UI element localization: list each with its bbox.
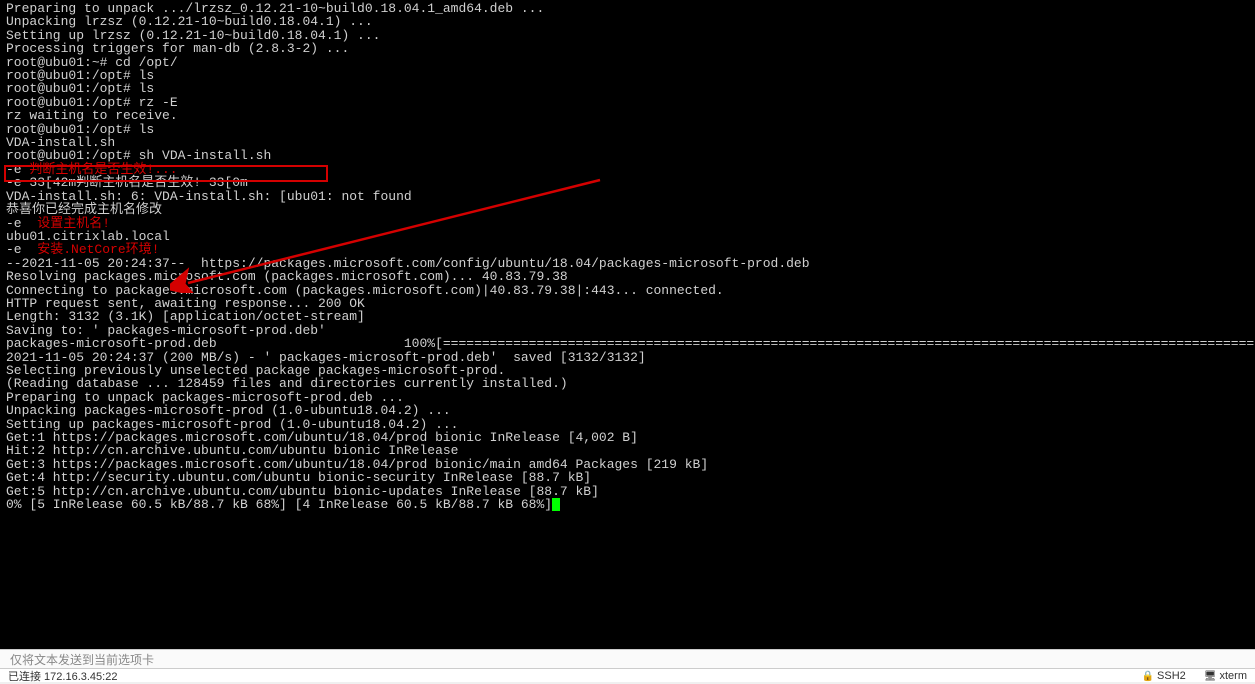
terminal-line: Selecting previously unselected package … [6, 364, 1249, 377]
terminal-line: -e 安装.NetCore环境! [6, 243, 1249, 256]
terminal-line: 0% [5 InRelease 60.5 kB/88.7 kB 68%] [4 … [6, 498, 1249, 511]
terminal-line: Setting up lrzsz (0.12.21-10~build0.18.0… [6, 29, 1249, 42]
terminal-line: Preparing to unpack .../lrzsz_0.12.21-10… [6, 2, 1249, 15]
terminal-output[interactable]: Preparing to unpack .../lrzsz_0.12.21-10… [0, 0, 1255, 649]
terminal-line: Get:4 http://security.ubuntu.com/ubuntu … [6, 471, 1249, 484]
lock-icon [1142, 670, 1154, 682]
terminal-line: root@ubu01:/opt# rz -E [6, 96, 1249, 109]
terminal-line: -e 33[42m判断主机名是否生效! 33[0m [6, 176, 1249, 189]
send-text-input-bar[interactable]: 仅将文本发送到当前选项卡 [0, 649, 1255, 669]
terminal-line: --2021-11-05 20:24:37-- https://packages… [6, 257, 1249, 270]
terminal-line: root@ubu01:/opt# ls [6, 123, 1249, 136]
terminal-line: Get:5 http://cn.archive.ubuntu.com/ubunt… [6, 485, 1249, 498]
terminal-line: root@ubu01:/opt# ls [6, 82, 1249, 95]
terminal-line: Get:3 https://packages.microsoft.com/ubu… [6, 458, 1249, 471]
terminal-line: Length: 3132 (3.1K) [application/octet-s… [6, 310, 1249, 323]
terminal-line: Preparing to unpack packages-microsoft-p… [6, 391, 1249, 404]
terminal-line: (Reading database ... 128459 files and d… [6, 377, 1249, 390]
terminal-line: 2021-11-05 20:24:37 (200 MB/s) - ' packa… [6, 351, 1249, 364]
terminal-line: Saving to: ' packages-microsoft-prod.deb… [6, 324, 1249, 337]
terminal-line: packages-microsoft-prod.deb 100%[=======… [6, 337, 1249, 350]
terminal-line: Unpacking lrzsz (0.12.21-10~build0.18.04… [6, 15, 1249, 28]
terminal-line: Hit:2 http://cn.archive.ubuntu.com/ubunt… [6, 444, 1249, 457]
terminal-line: VDA-install.sh [6, 136, 1249, 149]
terminal-line: root@ubu01:~# cd /opt/ [6, 56, 1249, 69]
terminal-cursor [552, 498, 560, 511]
terminal-line: Processing triggers for man-db (2.8.3-2)… [6, 42, 1249, 55]
connection-status: 已连接 172.16.3.45:22 [8, 668, 117, 684]
terminal-line: Setting up packages-microsoft-prod (1.0-… [6, 418, 1249, 431]
terminal-line: Get:1 https://packages.microsoft.com/ubu… [6, 431, 1249, 444]
terminal-line: 恭喜你已经完成主机名修改 [6, 203, 1249, 216]
terminal-line: Unpacking packages-microsoft-prod (1.0-u… [6, 404, 1249, 417]
status-bar: 已连接 172.16.3.45:22 SSH2 xterm [0, 669, 1255, 682]
terminal-line: HTTP request sent, awaiting response... … [6, 297, 1249, 310]
terminal-line: ubu01.citrixlab.local [6, 230, 1249, 243]
ssh-status: SSH2 [1142, 670, 1186, 682]
terminal-line: rz waiting to receive. [6, 109, 1249, 122]
terminal-line: VDA-install.sh: 6: VDA-install.sh: [ubu0… [6, 190, 1249, 203]
monitor-icon [1204, 670, 1217, 682]
terminal-line: root@ubu01:/opt# sh VDA-install.sh [6, 149, 1249, 162]
terminal-line: Resolving packages.microsoft.com (packag… [6, 270, 1249, 283]
terminal-line: root@ubu01:/opt# ls [6, 69, 1249, 82]
terminal-line: -e 设置主机名! [6, 217, 1249, 230]
term-type: xterm [1204, 670, 1247, 682]
input-placeholder: 仅将文本发送到当前选项卡 [10, 651, 154, 668]
terminal-line: Connecting to packages.microsoft.com (pa… [6, 284, 1249, 297]
